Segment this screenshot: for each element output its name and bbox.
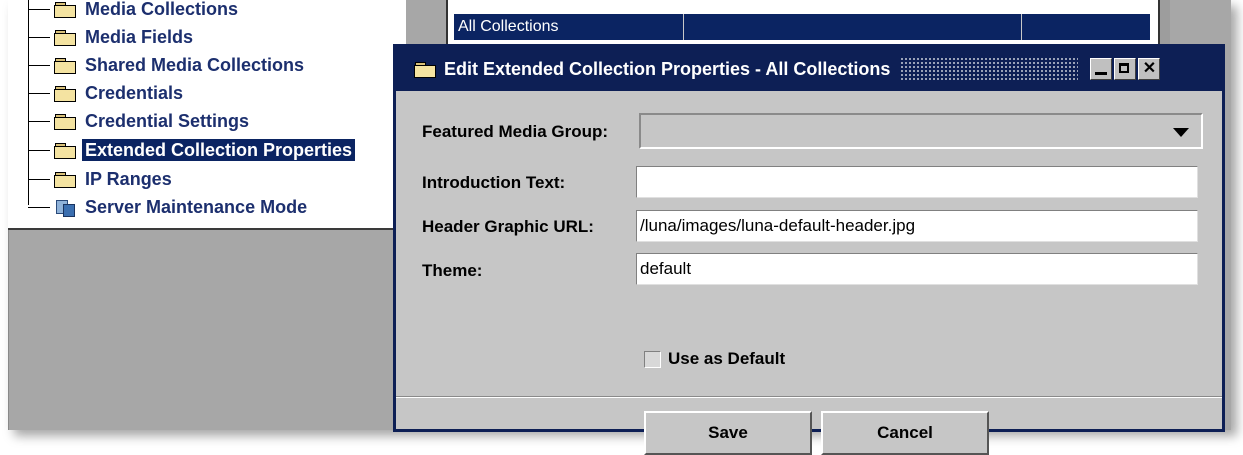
tree-item-label: Credential Settings [85, 111, 250, 131]
edit-properties-dialog: Edit Extended Collection Properties - Al… [393, 44, 1225, 455]
navigation-tree: Media Collections Media Fields Shared Me… [8, 0, 406, 230]
tree-item-credential-settings[interactable]: Credential Settings [28, 110, 252, 132]
tree-item-label: Server Maintenance Mode [85, 197, 308, 217]
server-icon [54, 198, 76, 217]
tree-item-label: Media Fields [85, 27, 194, 47]
tree-item-media-fields[interactable]: Media Fields [28, 26, 196, 48]
maximize-button[interactable] [1114, 58, 1137, 80]
tree-item-shared-media-collections[interactable]: Shared Media Collections [28, 54, 307, 76]
use-as-default-label: Use as Default [668, 349, 786, 368]
header-graphic-url-label: Header Graphic URL: [422, 217, 594, 236]
tree-item-server-maintenance-mode[interactable]: Server Maintenance Mode [28, 196, 310, 218]
tree-item-label: IP Ranges [85, 169, 172, 189]
folder-icon [54, 57, 76, 74]
dialog-title: Edit Extended Collection Properties - Al… [444, 58, 891, 79]
close-icon: ✕ [1142, 60, 1157, 77]
tree-item-label: Media Collections [85, 0, 239, 19]
tree-item-media-collections[interactable]: Media Collections [28, 0, 241, 20]
save-button[interactable]: Save [644, 411, 812, 455]
collections-table: All Collections [446, 0, 1160, 48]
folder-icon [54, 85, 76, 102]
title-bar-pattern [900, 57, 1079, 81]
use-as-default-checkbox[interactable] [644, 350, 661, 368]
introduction-text-field[interactable] [636, 166, 1198, 198]
window-controls: ✕ [1090, 58, 1161, 80]
folder-icon [414, 61, 436, 78]
introduction-text-label: Introduction Text: [422, 173, 566, 192]
tree-item-label: Extended Collection Properties [82, 139, 356, 161]
folder-icon [54, 171, 76, 188]
use-as-default-row[interactable]: Use as Default [644, 349, 785, 369]
folder-icon [54, 29, 76, 46]
folder-icon [54, 142, 76, 159]
tree-item-label: Credentials [85, 83, 184, 103]
minimize-button[interactable] [1090, 58, 1113, 80]
table-scrollbar[interactable] [1160, 0, 1170, 48]
dialog-title-bar[interactable]: Edit Extended Collection Properties - Al… [396, 47, 1222, 91]
maximize-icon [1119, 63, 1130, 73]
featured-media-group-dropdown[interactable] [639, 113, 1203, 149]
chevron-down-icon [1173, 128, 1189, 137]
dialog-body: Featured Media Group: Introduction Text:… [396, 91, 1222, 455]
tree-item-extended-collection-properties[interactable]: Extended Collection Properties [28, 139, 356, 161]
tree-item-ip-ranges[interactable]: IP Ranges [28, 168, 175, 190]
close-button[interactable]: ✕ [1138, 58, 1161, 80]
dialog-separator [396, 396, 1222, 398]
featured-media-group-label: Featured Media Group: [422, 122, 609, 141]
folder-icon [54, 113, 76, 130]
tree-item-credentials[interactable]: Credentials [28, 82, 186, 104]
theme-field[interactable] [636, 253, 1198, 285]
tree-item-label: Shared Media Collections [85, 55, 305, 75]
minimize-icon [1095, 72, 1108, 75]
table-cell-name: All Collections [454, 14, 684, 40]
table-row-selected[interactable]: All Collections [454, 14, 1150, 40]
table-cell [684, 14, 1022, 40]
theme-label: Theme: [422, 261, 483, 280]
header-graphic-url-field[interactable] [636, 210, 1198, 242]
table-cell [1022, 14, 1150, 40]
cancel-button[interactable]: Cancel [821, 411, 989, 455]
folder-icon [54, 1, 76, 18]
